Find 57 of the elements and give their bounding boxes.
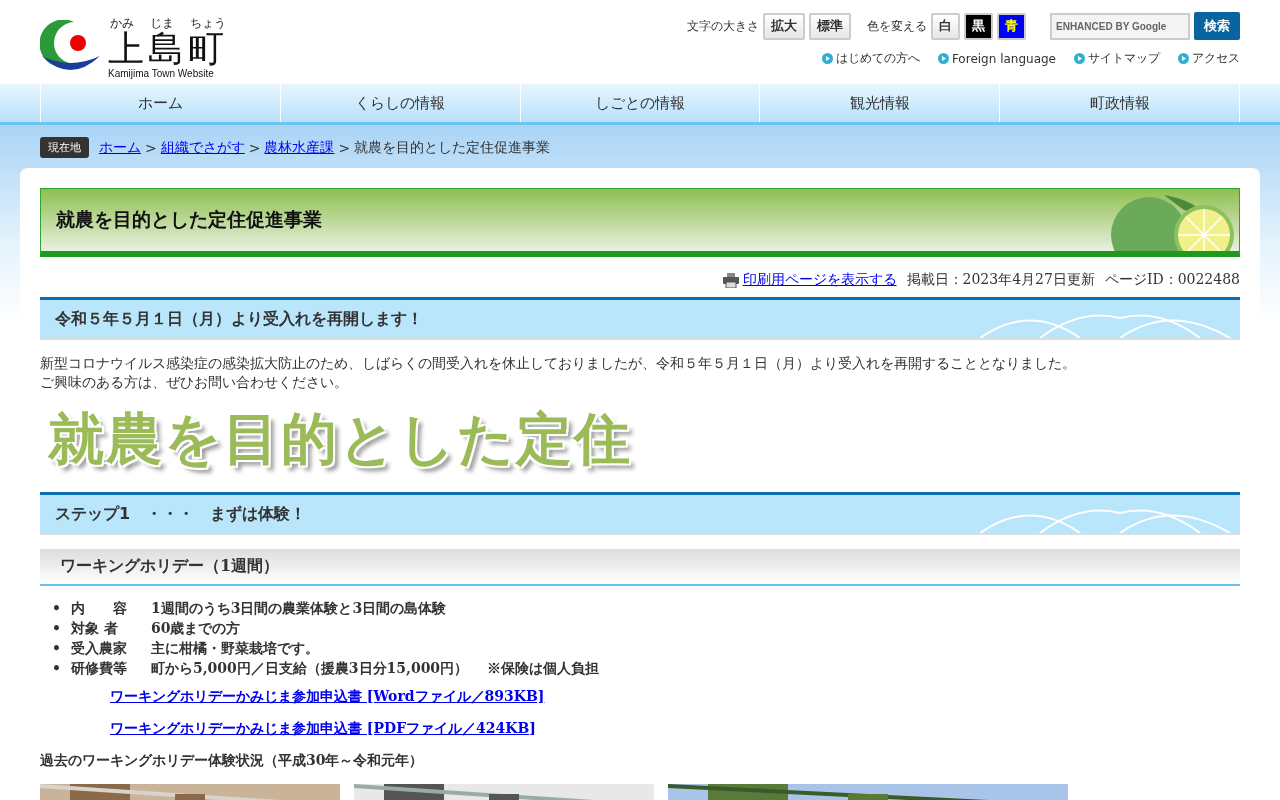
print-link[interactable]: 印刷用ページを表示する [722,271,897,289]
utility-link[interactable]: アクセス [1178,50,1240,67]
font-size-button[interactable]: 標準 [809,12,851,40]
color-change-label: 色を変える [867,17,927,35]
logo-ruby: かみ [110,15,134,30]
body-text: 新型コロナウイルス感染症の感染拡大防止のため、しばらくの間受入れを休止しておりましたが、令和５年５月１日（月）より受入れを再開することとなりました。 [40,354,1077,373]
breadcrumb-link[interactable]: 組織でさがす [160,138,245,157]
font-size-label: 文字の大きさ [687,17,759,35]
photo-caption: 過去のワーキングホリデー体験状況（平成30年～令和元年） [40,752,425,770]
list-item: 研修費等 町から5,000円／日支給（援農3日分15,000円） ※保険は個人負担 [70,659,599,678]
banner-heading: 就農を目的とした定住 [47,405,633,473]
font-size-button[interactable]: 拡大 [763,12,805,40]
list-item: 受入農家 主に柑橘・野菜栽培です。 [70,639,319,658]
breadcrumb-separator: > [338,139,351,156]
arrow-circle-icon [1074,53,1085,64]
color-theme-button[interactable]: 白 [931,12,960,40]
arrow-circle-icon [821,53,833,64]
document-link[interactable]: ワーキングホリデーかみじま参加申込書 [Wordファイル／893KB] [110,688,1240,706]
color-theme-button[interactable]: 黒 [964,12,993,40]
page-id: ページID：0022488 [1104,271,1240,289]
search-button[interactable]: 検索 [1194,12,1240,40]
document-link[interactable]: ワーキングホリデーかみじま参加申込書 [PDFファイル／424KB] [110,720,1240,738]
breadcrumb-link[interactable]: ホーム [99,138,141,157]
logo-ruby: ちょう [190,15,226,30]
posted-date: 掲載日：2023年4月27日更新 [906,271,1095,289]
search-field[interactable]: ENHANCED BY Google [1050,12,1190,40]
list-item: 内 容 1週間のうち3日間の農業体験と3日間の島体験 [70,599,447,618]
arrow-circle-icon [1178,53,1189,64]
utility-link[interactable]: Foreign language [937,51,1056,66]
section-heading: 令和５年５月１日（月）より受入れを再開します！ [40,297,1240,340]
logo-ruby: じま [150,15,174,30]
list-item: 対象 者 60歳までの方 [70,619,241,638]
subsection-heading: ワーキングホリデー（1週間） [40,549,1240,586]
printer-icon [722,272,739,288]
nav-item[interactable]: しごとの情報 [519,84,760,122]
body-text: ご興味のある方は、ぜひお問い合わせください。 [40,373,349,392]
bullet-marker: • [52,619,61,638]
bullet-marker: • [52,599,61,618]
section-heading: ステップ1 ・・・ まずは体験！ [40,492,1240,535]
nav-item[interactable]: ホーム [40,84,280,122]
utility-link[interactable]: サイトマップ [1074,50,1160,67]
current-location-label: 現在地 [40,137,89,158]
bullet-marker: • [52,659,61,678]
logo-subtitle: Kamijima Town Website [108,67,214,79]
breadcrumb-separator: > [248,139,261,156]
breadcrumb-current: 就農を目的とした定住促進事業 [354,138,551,157]
arrow-circle-icon [937,53,949,64]
nav-item[interactable]: くらしの情報 [279,84,520,122]
breadcrumb-link[interactable]: 農林水産課 [264,138,335,157]
color-theme-button[interactable]: 青 [997,12,1026,40]
breadcrumb-separator: > [145,139,157,156]
nav-item[interactable]: 観光情報 [759,84,1000,122]
utility-link[interactable]: はじめての方へ [821,50,920,67]
bullet-marker: • [52,639,61,658]
nav-item[interactable]: 町政情報 [999,84,1240,122]
town-name: 上島町 [108,29,228,68]
page-title: 就農を目的とした定住促進事業 [56,207,322,232]
